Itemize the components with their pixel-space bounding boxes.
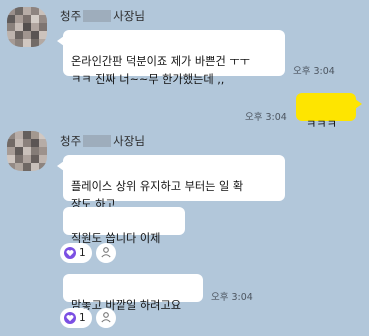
blurred-name — [83, 10, 112, 22]
person-add-reaction-icon — [100, 311, 112, 326]
reaction-bar: 1 — [60, 243, 116, 263]
sender-name: 청주 사장님 — [60, 133, 145, 149]
reaction-pill[interactable]: 1 — [60, 308, 92, 328]
reaction-count: 1 — [79, 247, 86, 259]
message-bubble[interactable]: 온라인간판 덕분이죠 제가 바쁜건 ㅜㅜ ㅋㅋ 진짜 너~~무 한가했는데 ,, — [57, 30, 285, 86]
sender-name-suffix: 사장님 — [113, 9, 145, 23]
reaction-pill[interactable]: 1 — [60, 243, 92, 263]
message-bubble[interactable]: 직원도 씁니다 이제 — [63, 207, 185, 245]
message-time: 오후 3:04 — [245, 112, 287, 123]
sender-name-prefix: 청주 — [60, 9, 82, 23]
sender-name: 청주 사장님 — [60, 8, 145, 24]
message-bubble-mine[interactable]: ㅋㅋㅋ — [296, 93, 362, 131]
person-add-reaction-icon — [100, 246, 112, 261]
heart-reaction-icon — [64, 312, 76, 324]
heart-reaction-icon — [64, 247, 76, 259]
message-bubble[interactable]: 플레이스 상위 유지하고 부터는 일 확 장도 하고 — [57, 155, 285, 211]
blurred-name — [83, 135, 112, 147]
message-bubble[interactable]: 맘놓고 바깥일 하려고요 — [63, 274, 203, 312]
add-reaction-button[interactable] — [95, 308, 116, 328]
avatar[interactable] — [7, 131, 47, 171]
avatar[interactable] — [7, 7, 47, 47]
reaction-count: 1 — [79, 312, 86, 324]
message-text: ㅋㅋㅋ — [306, 118, 337, 131]
sender-name-suffix: 사장님 — [113, 134, 145, 148]
message-time: 오후 3:04 — [293, 66, 335, 77]
sender-name-prefix: 청주 — [60, 134, 82, 148]
message-text: 온라인간판 덕분이죠 제가 바쁜건 ㅜㅜ ㅋㅋ 진짜 너~~무 한가했는데 ,, — [71, 55, 250, 86]
reaction-bar: 1 — [60, 308, 116, 328]
add-reaction-button[interactable] — [95, 243, 116, 263]
message-time: 오후 3:04 — [211, 292, 253, 303]
